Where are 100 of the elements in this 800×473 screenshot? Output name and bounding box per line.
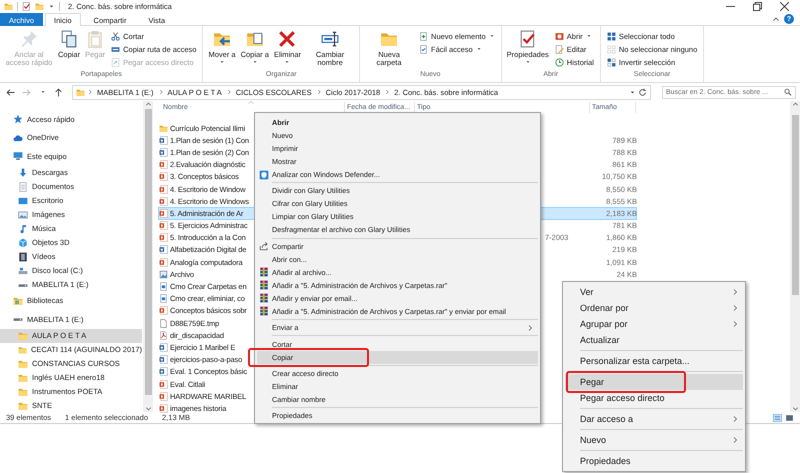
delete-icon — [278, 30, 296, 48]
search-icon — [784, 88, 792, 96]
chevron-icon — [526, 324, 534, 332]
slide-icon — [554, 32, 564, 40]
chevron-down-icon[interactable] — [792, 406, 798, 412]
star-icon — [13, 114, 23, 124]
slides-file-icon — [159, 160, 168, 170]
caret-icon — [488, 33, 495, 39]
page-plus-icon — [419, 32, 428, 40]
grid-icon — [606, 32, 616, 40]
properties-icon[interactable] — [22, 2, 31, 11]
word-file-icon — [159, 136, 168, 145]
clipboard-icon — [86, 30, 104, 48]
page-check-icon — [419, 44, 428, 54]
folder-page-icon — [246, 30, 264, 48]
menu-item[interactable]: Personalizar esta carpeta... — [565, 353, 743, 369]
pdf-file-icon — [159, 330, 168, 340]
menu-item[interactable]: Agrupar por — [565, 316, 743, 332]
clock-icon — [554, 58, 564, 66]
folder-icon — [76, 88, 85, 96]
folder-icon — [18, 344, 27, 354]
blank-file-icon — [159, 318, 168, 328]
caret-icon — [284, 59, 290, 65]
disk-drive-icon — [18, 266, 28, 276]
menu-item[interactable]: Dar acceso a — [565, 411, 743, 427]
monitor-icon — [13, 151, 23, 162]
menu-item[interactable]: Pegar — [565, 374, 743, 390]
path-bar-icon — [111, 44, 120, 54]
desktop-icon — [18, 196, 28, 206]
books-icon — [259, 267, 269, 278]
menu-item[interactable]: Propiedades — [565, 453, 743, 469]
close-icon[interactable] — [780, 2, 789, 11]
restore-icon[interactable] — [753, 2, 762, 11]
slides-file-icon — [159, 404, 168, 413]
pencil-icon — [554, 44, 564, 54]
word-file-icon — [159, 342, 168, 352]
slides-file-icon — [159, 258, 168, 267]
menu-item[interactable]: Pegar acceso directo — [565, 390, 743, 406]
caret-icon[interactable] — [40, 89, 46, 95]
slides-file-icon — [159, 221, 168, 230]
cube-icon — [18, 238, 28, 248]
caret-icon[interactable] — [48, 3, 55, 10]
caret-icon — [586, 33, 592, 39]
cloud-icon — [13, 132, 23, 143]
books-icon — [259, 293, 269, 304]
folder-icon — [18, 372, 28, 382]
chevron-icon — [158, 89, 164, 95]
chevron-icon — [87, 89, 93, 95]
chevron-up-icon[interactable] — [144, 101, 152, 107]
chevron-icon — [731, 436, 739, 444]
menu-item[interactable]: Actualizar — [565, 332, 743, 348]
caret-icon — [524, 59, 531, 65]
document-icon — [18, 182, 28, 192]
folder-icon — [18, 330, 28, 340]
folder-icon — [18, 358, 28, 368]
books-icon — [259, 280, 269, 290]
chevron-up-icon[interactable] — [792, 101, 798, 107]
chevron-icon — [384, 89, 390, 95]
slides-file-icon — [159, 196, 168, 206]
sort-caret-icon — [248, 101, 254, 104]
chevron-icon — [226, 89, 232, 95]
folder-icon — [18, 400, 28, 410]
menu-item[interactable]: Ordenar por — [565, 300, 743, 316]
dotted-grid-icon — [606, 44, 616, 54]
chevron-up-icon[interactable] — [772, 15, 780, 23]
chevron-icon — [731, 415, 739, 423]
folder-icon — [18, 386, 28, 396]
half-grid-icon — [606, 58, 616, 66]
large-icons-view-icon[interactable] — [785, 414, 794, 422]
back-arrow-icon[interactable] — [6, 88, 15, 96]
pin-icon — [20, 30, 38, 48]
menu-item[interactable]: Ver — [565, 284, 743, 300]
scrollbar[interactable] — [143, 101, 153, 412]
chevron-icon — [316, 89, 322, 95]
menu-item[interactable]: Nuevo — [565, 432, 743, 448]
share-icon — [259, 241, 269, 252]
caret-icon — [476, 46, 482, 52]
film-icon — [18, 252, 28, 262]
word-file-icon — [159, 355, 168, 364]
refresh-icon[interactable] — [638, 88, 647, 96]
slides-file-icon — [159, 306, 168, 316]
caret-icon — [252, 59, 258, 65]
slides-file-icon — [159, 172, 168, 182]
caret-icon[interactable] — [629, 88, 636, 96]
pages-icon — [60, 30, 78, 48]
up-arrow-icon[interactable] — [54, 88, 63, 96]
word-file-icon — [159, 148, 168, 157]
word-file-icon — [159, 245, 168, 254]
page-arrow-icon — [111, 58, 120, 66]
properties-icon — [518, 30, 537, 48]
slides-file-icon — [159, 233, 168, 242]
details-view-icon[interactable] — [773, 414, 782, 422]
download-icon — [18, 168, 28, 178]
scrollbar[interactable] — [790, 101, 800, 412]
scissors-icon — [111, 32, 120, 40]
word-file-icon — [159, 367, 168, 376]
music-note-icon — [18, 224, 28, 234]
books-icon — [259, 306, 269, 316]
library-icon — [13, 296, 23, 306]
chevron-down-icon[interactable] — [144, 406, 152, 412]
